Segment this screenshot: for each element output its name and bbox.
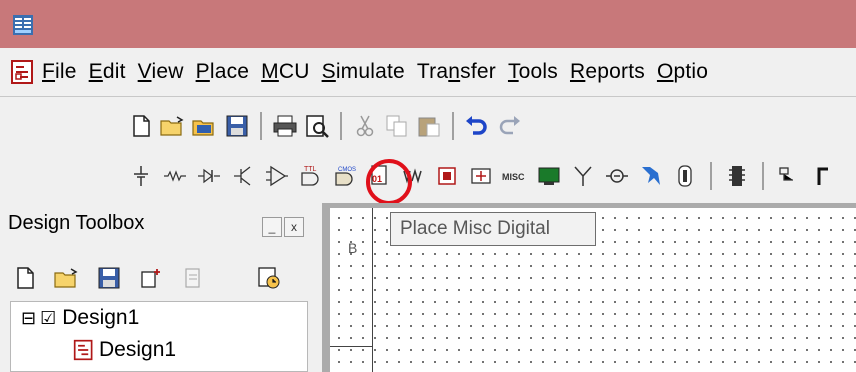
close-button[interactable]: x	[284, 217, 304, 237]
source-icon[interactable]	[128, 163, 154, 189]
menu-tools[interactable]: Tools	[508, 60, 558, 84]
mcu-icon[interactable]	[724, 163, 750, 189]
ttl-icon[interactable]: TTL	[298, 163, 324, 189]
standard-toolbar	[128, 106, 522, 146]
schematic-properties-icon[interactable]	[256, 265, 282, 291]
menu-view[interactable]: View	[138, 60, 184, 84]
electromechanical-icon[interactable]	[604, 163, 630, 189]
open-samples-icon[interactable]	[192, 113, 218, 139]
title-bar	[0, 0, 856, 48]
transistor-icon[interactable]	[230, 163, 256, 189]
rf-antenna-icon[interactable]	[570, 163, 596, 189]
tooltip: Place Misc Digital	[390, 212, 596, 246]
connector-icon[interactable]	[672, 163, 698, 189]
save-icon[interactable]	[224, 113, 250, 139]
menu-reports[interactable]: Reports	[570, 60, 645, 84]
sheet-zone-label: B	[348, 240, 358, 256]
advanced-peripherals-icon[interactable]	[536, 163, 562, 189]
svg-text:MISC: MISC	[502, 172, 525, 182]
new-file-icon[interactable]	[12, 265, 38, 291]
menu-place[interactable]: Place	[196, 60, 250, 84]
open-folder-icon[interactable]	[54, 265, 80, 291]
paste-icon[interactable]	[416, 113, 442, 139]
menu-mcu[interactable]: MCU	[261, 60, 309, 84]
bus-icon[interactable]	[810, 163, 836, 189]
menu-options[interactable]: Optio	[657, 60, 708, 84]
tree-child-label: Design1	[99, 338, 177, 361]
diode-icon[interactable]	[196, 163, 222, 189]
toolbox-window-buttons: _ x	[262, 217, 304, 237]
svg-text:TTL: TTL	[304, 166, 317, 173]
print-preview-icon[interactable]	[304, 113, 330, 139]
components-toolbar: TTL CMOS 01 MISC	[128, 156, 836, 196]
svg-text:CMOS: CMOS	[338, 167, 356, 173]
checked-design-icon: ☑	[40, 307, 57, 328]
redo-icon[interactable]	[496, 113, 522, 139]
toolbar-separator	[260, 112, 262, 140]
save-icon[interactable]	[96, 265, 122, 291]
power-component-icon[interactable]	[468, 163, 494, 189]
menu-separator	[0, 96, 856, 97]
design-tree: ⊟ ☑ Design1 Design1	[10, 301, 308, 372]
toolbox-toolbar	[12, 265, 282, 291]
print-icon[interactable]	[272, 113, 298, 139]
menu-transfer[interactable]: Transfer	[417, 60, 496, 84]
toolbox-title: Design Toolbox	[8, 212, 145, 234]
menu-bar: File Edit View Place MCU Simulate Transf…	[0, 52, 856, 92]
new-file-icon[interactable]	[128, 113, 154, 139]
analog-icon[interactable]	[264, 163, 290, 189]
sheet-border-horizontal	[330, 346, 373, 347]
toolbar-separator	[710, 162, 712, 190]
open-folder-icon[interactable]	[160, 113, 186, 139]
app-logo-icon[interactable]	[12, 14, 34, 36]
document-icon[interactable]	[10, 59, 36, 85]
menu-file[interactable]: File	[42, 60, 77, 84]
indicator-icon[interactable]	[434, 163, 460, 189]
cmos-icon[interactable]: CMOS	[332, 163, 358, 189]
tree-child-row[interactable]: Design1	[73, 338, 176, 362]
toolbar-separator	[762, 162, 764, 190]
tree-root-label: Design1	[62, 306, 140, 329]
toolbar-separator	[340, 112, 342, 140]
menu-simulate[interactable]: Simulate	[322, 60, 405, 84]
new-sheet-icon[interactable]	[138, 265, 164, 291]
cut-icon[interactable]	[352, 113, 378, 139]
tree-root-row[interactable]: ⊟ ☑ Design1	[21, 306, 139, 330]
delete-sheet-icon[interactable]	[180, 265, 206, 291]
hierarchical-block-icon[interactable]	[776, 163, 802, 189]
sheet-border-vertical	[372, 208, 373, 372]
tree-expander[interactable]: ⊟	[21, 308, 36, 329]
schematic-document-icon	[73, 339, 93, 361]
basic-resistor-icon[interactable]	[162, 163, 188, 189]
ni-component-icon[interactable]	[638, 163, 664, 189]
design-toolbox-panel: Design Toolbox _ x ⊟ ☑ Design1 Design1	[0, 203, 312, 372]
highlight-circle	[366, 159, 412, 205]
misc-icon[interactable]: MISC	[502, 163, 528, 189]
toolbar-separator	[452, 112, 454, 140]
undo-icon[interactable]	[464, 113, 490, 139]
minimize-button[interactable]: _	[262, 217, 282, 237]
copy-icon[interactable]	[384, 113, 410, 139]
menu-edit[interactable]: Edit	[89, 60, 126, 84]
